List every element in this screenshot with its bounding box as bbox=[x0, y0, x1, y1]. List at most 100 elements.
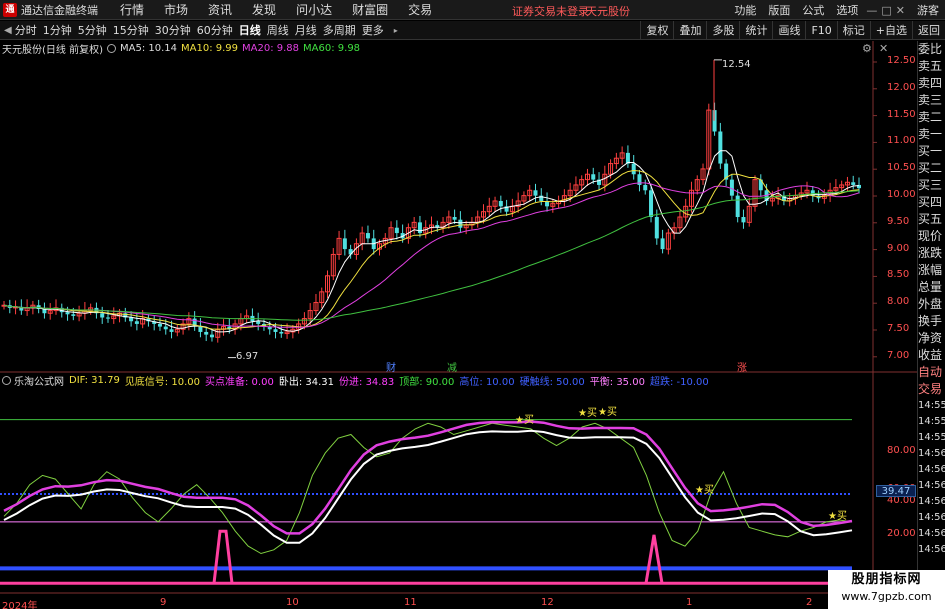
price-tick-label: 11.00 bbox=[887, 135, 916, 147]
signal-spike bbox=[644, 534, 664, 584]
candle-body bbox=[134, 321, 139, 324]
side-panel-item: 卖一 bbox=[918, 127, 943, 141]
guest-button[interactable]: 游客 bbox=[917, 2, 939, 18]
side-panel-time: 14:56 bbox=[918, 544, 945, 555]
menu-item-caifuquan[interactable]: 财富圈 bbox=[352, 1, 388, 18]
candle-body bbox=[209, 334, 214, 338]
candle-body bbox=[100, 313, 105, 318]
candle-body bbox=[204, 331, 209, 335]
side-panel-time: 14:56 bbox=[918, 512, 945, 523]
price-tick-label: 11.50 bbox=[887, 108, 916, 120]
menu-item-shichang[interactable]: 市场 bbox=[164, 1, 188, 18]
date-label: 2 bbox=[806, 597, 813, 608]
side-panel-item: 买四 bbox=[918, 195, 943, 209]
ma60-line bbox=[3, 190, 860, 321]
minimize-icon[interactable]: — bbox=[866, 4, 877, 17]
side-panel-item: 买五 bbox=[918, 212, 943, 226]
out-value: 卧出: 34.31 bbox=[278, 377, 335, 388]
dif-line bbox=[3, 422, 853, 555]
candle-body bbox=[735, 195, 740, 218]
fuquan-button[interactable]: 复权 bbox=[640, 21, 673, 40]
trade-label[interactable]: 交易 bbox=[918, 381, 945, 398]
close-window-icon[interactable]: ✕ bbox=[896, 4, 905, 17]
return-button[interactable]: 返回 bbox=[912, 21, 945, 40]
menu-item-gongneng[interactable]: 功能 bbox=[734, 2, 756, 18]
sub-indicator-toggle-icon[interactable] bbox=[2, 376, 11, 385]
side-panel-item: 卖四 bbox=[918, 76, 943, 90]
watermark: 股朋指标网 www.7gpzb.com bbox=[828, 570, 945, 609]
side-panel-item: 卖二 bbox=[918, 110, 943, 124]
menu-item-wenxiaoda[interactable]: 问小达 bbox=[296, 1, 332, 18]
f10-button[interactable]: F10 bbox=[805, 21, 836, 40]
add-watchlist-button[interactable]: +自选 bbox=[869, 21, 912, 40]
side-panel-time: 14:56 bbox=[918, 448, 945, 459]
candle-body bbox=[279, 331, 284, 334]
event-zhang[interactable]: 涨 bbox=[737, 359, 747, 374]
high-pos-value: 高位: 10.00 bbox=[459, 377, 515, 388]
side-panel-time: 14:55 bbox=[918, 416, 945, 427]
side-panel-item: 总量 bbox=[918, 280, 943, 294]
candle-body bbox=[198, 326, 203, 332]
side-panel-item: 外盘 bbox=[918, 297, 943, 311]
menu-item-zixun[interactable]: 资讯 bbox=[208, 1, 232, 18]
watermark-url: www.7gpzb.com bbox=[841, 590, 932, 603]
price-tick-label: 12.00 bbox=[887, 81, 916, 93]
sub-chart-title-bar: 乐淘公式网 DIF: 31.79 见底信号: 10.00 买点准备: 0.00 … bbox=[2, 374, 714, 388]
top-value: 顶部: 90.00 bbox=[399, 377, 455, 388]
candle-body bbox=[71, 314, 76, 316]
account-name: 天元股份 bbox=[586, 5, 630, 18]
menu-item-jiaoyi[interactable]: 交易 bbox=[408, 1, 432, 18]
menu-item-banmian[interactable]: 版面 bbox=[768, 2, 790, 18]
period-fenshi[interactable]: 分时 bbox=[15, 22, 37, 38]
event-cai[interactable]: 财 bbox=[386, 359, 396, 374]
candle-body bbox=[458, 219, 463, 228]
sub-tick-label: 80.00 bbox=[887, 445, 916, 456]
period-more[interactable]: 更多 bbox=[362, 22, 384, 38]
period-weekly[interactable]: 周线 bbox=[267, 22, 289, 38]
candle-body bbox=[273, 329, 278, 332]
candle-body bbox=[65, 312, 70, 315]
candle-body bbox=[417, 222, 422, 234]
low-price-label: 6.97 bbox=[236, 351, 259, 362]
period-multi[interactable]: 多周期 bbox=[323, 22, 356, 38]
side-panel-item: 现价 bbox=[918, 229, 943, 243]
duogu-button[interactable]: 多股 bbox=[706, 21, 739, 40]
ma20-line bbox=[3, 182, 860, 328]
more-chevron-icon[interactable]: ▸ bbox=[394, 26, 398, 35]
huaxian-button[interactable]: 画线 bbox=[772, 21, 805, 40]
maximize-icon[interactable]: □ bbox=[881, 4, 891, 17]
auto-label[interactable]: 自动 bbox=[918, 364, 945, 381]
date-label: 10 bbox=[286, 597, 299, 608]
menu-item-gongshi[interactable]: 公式 bbox=[802, 2, 824, 18]
period-1min[interactable]: 1分钟 bbox=[43, 22, 72, 38]
diejia-button[interactable]: 叠加 bbox=[673, 21, 706, 40]
buy-marker: ★买 bbox=[515, 415, 534, 426]
period-5min[interactable]: 5分钟 bbox=[78, 22, 107, 38]
candle-body bbox=[169, 329, 174, 332]
buy-ready-value: 买点准备: 0.00 bbox=[205, 377, 274, 388]
date-label: 1 bbox=[686, 597, 693, 608]
event-jian[interactable]: 减 bbox=[447, 359, 457, 374]
period-toolbar: ◀ 分时 1分钟 5分钟 15分钟 30分钟 60分钟 日线 周线 月线 多周期… bbox=[0, 21, 945, 40]
price-tick-label: 12.50 bbox=[887, 55, 916, 66]
sub-tick-label: 20.00 bbox=[887, 528, 916, 539]
back-arrow-icon[interactable]: ◀ bbox=[4, 25, 12, 36]
login-warning[interactable]: 证券交易未登录 bbox=[512, 3, 589, 19]
menu-item-xuanxiang[interactable]: 选项 bbox=[836, 2, 858, 18]
period-15min[interactable]: 15分钟 bbox=[113, 22, 149, 38]
candle-body bbox=[394, 227, 399, 234]
period-monthly[interactable]: 月线 bbox=[295, 22, 317, 38]
current-value-box: 39.47 bbox=[876, 485, 916, 497]
tongji-button[interactable]: 统计 bbox=[739, 21, 772, 40]
biaoji-button[interactable]: 标记 bbox=[836, 21, 870, 40]
period-30min[interactable]: 30分钟 bbox=[155, 22, 191, 38]
price-tick-label: 10.50 bbox=[887, 162, 916, 174]
sub-indicator-name: 乐淘公式网 bbox=[14, 377, 64, 388]
period-60min[interactable]: 60分钟 bbox=[197, 22, 233, 38]
menu-item-faxian[interactable]: 发现 bbox=[252, 1, 276, 18]
menu-item-hangqing[interactable]: 行情 bbox=[120, 1, 144, 18]
out-line bbox=[3, 429, 853, 544]
candle-body bbox=[342, 238, 347, 250]
candle-body bbox=[163, 326, 168, 330]
period-daily[interactable]: 日线 bbox=[239, 22, 261, 38]
